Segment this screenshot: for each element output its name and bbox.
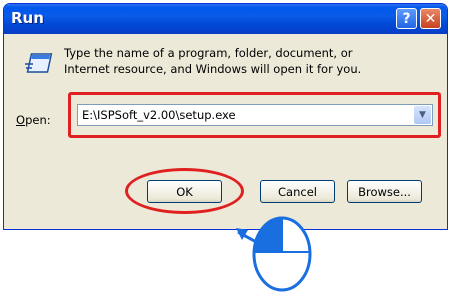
mouse-left-click-icon	[236, 216, 312, 292]
instructions-line-1: Type the name of a program, folder, docu…	[64, 46, 353, 60]
instructions-line-2: Internet resource, and Windows will open…	[64, 62, 362, 76]
run-dialog: Run ? ✕ Type the name of a program, fold…	[3, 3, 448, 230]
browse-button[interactable]: Browse...	[347, 180, 422, 203]
help-button[interactable]: ?	[396, 8, 417, 29]
run-icon	[25, 53, 53, 73]
open-label-rest: pen:	[25, 113, 51, 127]
mouse-left-button	[254, 217, 282, 252]
open-field-highlight	[68, 92, 441, 138]
instructions-text: Type the name of a program, folder, docu…	[64, 45, 361, 77]
close-button[interactable]: ✕	[420, 8, 441, 29]
window-title: Run	[11, 9, 44, 27]
title-bar[interactable]: Run ? ✕	[4, 4, 447, 34]
arrow-head	[236, 228, 248, 240]
ok-button-highlight	[125, 168, 244, 214]
open-label-mnemonic: O	[16, 113, 26, 127]
open-label: Open:	[16, 113, 51, 127]
